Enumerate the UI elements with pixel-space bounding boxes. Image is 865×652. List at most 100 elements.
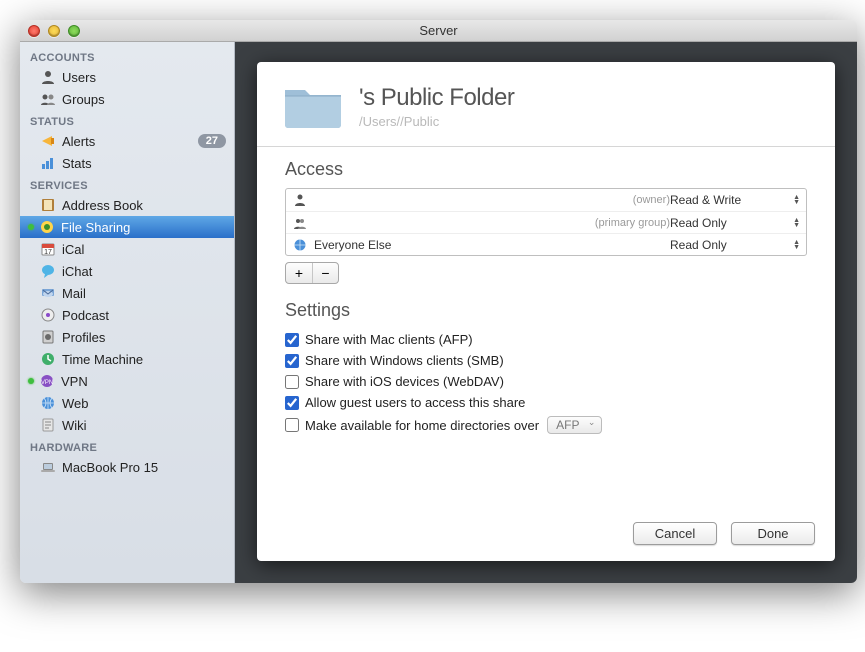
setting-guest[interactable]: Allow guest users to access this share — [285, 392, 807, 413]
setting-homedirs[interactable]: Make available for home directories over… — [285, 413, 807, 437]
access-row-owner[interactable]: (owner) Read & Write ▲▼ — [286, 189, 806, 211]
user-icon — [40, 69, 56, 85]
sidebar-item-label: MacBook Pro 15 — [62, 460, 226, 475]
sidebar-item-stats[interactable]: Stats — [20, 152, 234, 174]
ichat-icon — [40, 263, 56, 279]
mail-icon — [40, 285, 56, 301]
sidebar-item-web[interactable]: Web — [20, 392, 234, 414]
sidebar-item-label: File Sharing — [61, 220, 226, 235]
sidebar-item-label: Groups — [62, 92, 226, 107]
setting-label: Share with Mac clients (AFP) — [305, 332, 473, 347]
timemachine-icon — [40, 351, 56, 367]
sidebar-section-services: SERVICES — [20, 174, 234, 194]
setting-webdav[interactable]: Share with iOS devices (WebDAV) — [285, 371, 807, 392]
access-permission[interactable]: Read Only ▲▼ — [670, 216, 800, 230]
macbook-icon — [40, 459, 56, 475]
access-table: (owner) Read & Write ▲▼ (primary group) — [285, 188, 807, 256]
access-type: (primary group) — [595, 217, 670, 229]
person-icon — [292, 192, 308, 208]
access-section: Access (owner) Read & Write ▲▼ — [257, 147, 835, 288]
setting-label: Share with Windows clients (SMB) — [305, 353, 504, 368]
sidebar-item-profiles[interactable]: Profiles — [20, 326, 234, 348]
setting-afp[interactable]: Share with Mac clients (AFP) — [285, 329, 807, 350]
stepper-icon[interactable]: ▲▼ — [793, 195, 800, 205]
vpn-icon: VPN — [39, 373, 55, 389]
sidebar-section-hardware: HARDWARE — [20, 436, 234, 456]
settings-heading: Settings — [285, 300, 807, 321]
sidebar-item-vpn[interactable]: VPN VPN — [20, 370, 234, 392]
sidebar-item-label: Profiles — [62, 330, 226, 345]
sidebar-item-label: Mail — [62, 286, 226, 301]
access-row-everyone[interactable]: Everyone Else Read Only ▲▼ — [286, 233, 806, 255]
sidebar-item-users[interactable]: Users — [20, 66, 234, 88]
access-row-group[interactable]: (primary group) Read Only ▲▼ — [286, 211, 806, 233]
folder-icon — [281, 80, 345, 132]
alert-icon — [40, 133, 56, 149]
globe-icon — [292, 237, 308, 253]
done-button[interactable]: Done — [731, 522, 815, 545]
filesharing-icon — [39, 219, 55, 235]
homedirs-protocol-select[interactable]: AFP — [547, 416, 602, 434]
remove-access-button[interactable]: − — [312, 263, 338, 283]
stepper-icon[interactable]: ▲▼ — [793, 240, 800, 250]
svg-text:VPN: VPN — [41, 380, 53, 386]
sidebar-item-label: Wiki — [62, 418, 226, 433]
add-remove-control: + − — [285, 262, 339, 284]
sidebar-item-filesharing[interactable]: File Sharing — [20, 216, 234, 238]
add-access-button[interactable]: + — [286, 263, 312, 283]
sidebar-item-addressbook[interactable]: Address Book — [20, 194, 234, 216]
sidebar-item-label: Podcast — [62, 308, 226, 323]
setting-smb[interactable]: Share with Windows clients (SMB) — [285, 350, 807, 371]
main-content: 's Public Folder /Users//Public Access — [235, 42, 857, 583]
sidebar-item-mail[interactable]: Mail — [20, 282, 234, 304]
share-title: 's Public Folder — [359, 84, 811, 112]
addressbook-icon — [40, 197, 56, 213]
setting-label: Make available for home directories over — [305, 418, 539, 433]
stepper-icon[interactable]: ▲▼ — [793, 218, 800, 228]
checkbox-webdav[interactable] — [285, 375, 299, 389]
sidebar-item-ical[interactable]: 17 iCal — [20, 238, 234, 260]
checkbox-homedirs[interactable] — [285, 418, 299, 432]
alerts-badge: 27 — [198, 134, 226, 148]
sidebar-item-label: iCal — [62, 242, 226, 257]
access-heading: Access — [285, 159, 807, 180]
access-permission[interactable]: Read & Write ▲▼ — [670, 193, 800, 207]
svg-text:17: 17 — [44, 249, 52, 256]
checkbox-smb[interactable] — [285, 354, 299, 368]
sidebar-section-status: STATUS — [20, 110, 234, 130]
checkbox-afp[interactable] — [285, 333, 299, 347]
dialog-buttons: Cancel Done — [257, 508, 835, 561]
settings-section: Settings Share with Mac clients (AFP) Sh… — [257, 288, 835, 441]
sidebar-item-macbook[interactable]: MacBook Pro 15 — [20, 456, 234, 478]
web-icon — [40, 395, 56, 411]
titlebar[interactable]: Server — [20, 20, 857, 42]
profiles-icon — [40, 329, 56, 345]
group-icon — [40, 91, 56, 107]
sidebar-item-podcast[interactable]: Podcast — [20, 304, 234, 326]
window-title: Server — [20, 23, 857, 38]
setting-label: Share with iOS devices (WebDAV) — [305, 374, 504, 389]
ical-icon: 17 — [40, 241, 56, 257]
sheet-header: 's Public Folder /Users//Public — [257, 62, 835, 147]
sidebar-item-label: Stats — [62, 156, 226, 171]
access-permission[interactable]: Read Only ▲▼ — [670, 238, 800, 252]
sidebar-section-accounts: ACCOUNTS — [20, 46, 234, 66]
sidebar-item-alerts[interactable]: Alerts 27 — [20, 130, 234, 152]
setting-label: Allow guest users to access this share — [305, 395, 525, 410]
sidebar-item-label: Web — [62, 396, 226, 411]
sidebar-item-label: Time Machine — [62, 352, 226, 367]
sidebar-item-ichat[interactable]: iChat — [20, 260, 234, 282]
server-window: Server ACCOUNTS Users Groups STATUS Aler… — [20, 20, 857, 583]
status-dot-icon — [28, 224, 34, 230]
sidebar-item-groups[interactable]: Groups — [20, 88, 234, 110]
sidebar: ACCOUNTS Users Groups STATUS Alerts 27 S… — [20, 42, 235, 583]
sidebar-item-wiki[interactable]: Wiki — [20, 414, 234, 436]
wiki-icon — [40, 417, 56, 433]
cancel-button[interactable]: Cancel — [633, 522, 717, 545]
share-settings-sheet: 's Public Folder /Users//Public Access — [257, 62, 835, 561]
sidebar-item-label: VPN — [61, 374, 226, 389]
access-type: (owner) — [633, 194, 670, 206]
share-path: /Users//Public — [359, 114, 811, 129]
sidebar-item-timemachine[interactable]: Time Machine — [20, 348, 234, 370]
checkbox-guest[interactable] — [285, 396, 299, 410]
